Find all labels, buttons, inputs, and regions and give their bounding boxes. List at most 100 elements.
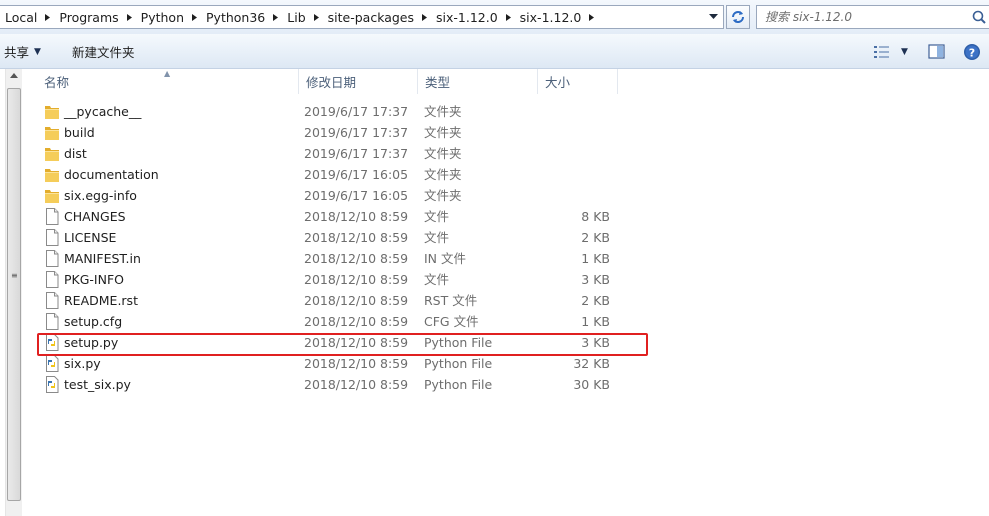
file-date: 2019/6/17 16:05: [304, 167, 409, 182]
file-row[interactable]: CHANGES 2018/12/10 8:59 文件 8 KB: [40, 206, 640, 227]
details-view-icon: [874, 45, 889, 58]
file-name: MANIFEST.in: [64, 251, 141, 266]
chevron-down-icon: ▼: [34, 46, 41, 57]
file-row[interactable]: PKG-INFO 2018/12/10 8:59 文件 3 KB: [40, 269, 640, 290]
breadcrumb-chevron-icon[interactable]: [41, 6, 54, 28]
file-type: Python File: [424, 335, 493, 350]
breadcrumb-chevron-icon[interactable]: [123, 6, 136, 28]
breadcrumb-item[interactable]: Local: [0, 6, 54, 28]
navigation-pane: ≡: [0, 69, 24, 516]
file-name: PKG-INFO: [64, 272, 124, 287]
breadcrumb-label: six-1.12.0: [519, 9, 582, 25]
file-size: 3 KB: [581, 335, 610, 350]
file-size: [530, 143, 610, 164]
command-toolbar: 共享 ▼ 新建文件夹 ▼ ?: [0, 34, 989, 69]
file-row[interactable]: LICENSE 2018/12/10 8:59 文件 2 KB: [40, 227, 640, 248]
python-file-icon: [44, 376, 60, 393]
file-row[interactable]: MANIFEST.in 2018/12/10 8:59 IN 文件 1 KB: [40, 248, 640, 269]
share-label: 共享: [4, 45, 30, 60]
breadcrumb-label: six-1.12.0: [436, 9, 498, 25]
file-date: 2018/12/10 8:59: [304, 230, 409, 245]
file-name: test_six.py: [64, 377, 131, 392]
file-type: 文件夹: [424, 167, 462, 182]
preview-pane-button[interactable]: [928, 34, 946, 69]
nav-scroll-thumb[interactable]: ≡: [7, 88, 21, 501]
file-size: [530, 122, 610, 143]
breadcrumb-item[interactable]: Python36: [201, 6, 282, 28]
breadcrumb-item[interactable]: site-packages: [323, 6, 431, 28]
breadcrumb-label: Programs: [59, 9, 119, 25]
file-type: Python File: [424, 377, 493, 392]
file-date: 2019/6/17 17:37: [304, 104, 409, 119]
file-date: 2018/12/10 8:59: [304, 356, 409, 371]
search-icon[interactable]: [971, 9, 987, 25]
file-date: 2019/6/17 17:37: [304, 125, 409, 140]
file-icon: [44, 271, 60, 288]
breadcrumb-chevron-icon[interactable]: [310, 6, 323, 28]
help-icon: ?: [964, 43, 980, 60]
breadcrumb-item[interactable]: Lib: [282, 6, 322, 28]
breadcrumb-chevron-icon[interactable]: [585, 6, 598, 28]
file-icon: [44, 250, 60, 267]
folder-icon: [44, 124, 60, 141]
column-type-label: 类型: [425, 75, 451, 90]
breadcrumb-label: Python36: [206, 9, 266, 25]
breadcrumb-label: Local: [5, 9, 38, 25]
address-history-dropdown[interactable]: [703, 6, 723, 28]
refresh-button[interactable]: [726, 5, 750, 29]
file-row[interactable]: README.rst 2018/12/10 8:59 RST 文件 2 KB: [40, 290, 640, 311]
new-folder-button[interactable]: 新建文件夹: [72, 34, 135, 69]
search-box[interactable]: [756, 5, 989, 29]
file-row[interactable]: documentation 2019/6/17 16:05 文件夹: [40, 164, 640, 185]
nav-scrollbar[interactable]: ≡: [5, 69, 22, 516]
file-row[interactable]: dist 2019/6/17 17:37 文件夹: [40, 143, 640, 164]
column-header-name[interactable]: 名称: [36, 69, 298, 94]
breadcrumb-chevron-icon[interactable]: [418, 6, 431, 28]
file-date: 2018/12/10 8:59: [304, 251, 409, 266]
file-type: 文件夹: [424, 146, 462, 161]
breadcrumb-chevron-icon[interactable]: [188, 6, 201, 28]
file-type: 文件夹: [424, 125, 462, 140]
file-name: dist: [64, 146, 87, 161]
file-date: 2019/6/17 17:37: [304, 146, 409, 161]
breadcrumb-item[interactable]: six-1.12.0: [515, 6, 599, 28]
help-button[interactable]: ?: [963, 34, 981, 69]
file-type: 文件: [424, 230, 450, 245]
breadcrumb-chevron-icon[interactable]: [269, 6, 282, 28]
search-input[interactable]: [765, 7, 965, 27]
file-size: 3 KB: [581, 272, 610, 287]
file-row[interactable]: six.py 2018/12/10 8:59 Python File 32 KB: [40, 353, 640, 374]
column-header-type[interactable]: 类型: [417, 69, 537, 94]
scroll-up-icon[interactable]: [10, 73, 18, 78]
address-bar[interactable]: Local Programs Python Python36 Lib site-packa…: [0, 5, 724, 29]
file-row[interactable]: setup.py 2018/12/10 8:59 Python File 3 KB: [40, 332, 640, 353]
column-divider[interactable]: [617, 69, 618, 94]
file-row[interactable]: __pycache__ 2019/6/17 17:37 文件夹: [40, 101, 640, 122]
column-header-date[interactable]: 修改日期: [298, 69, 417, 94]
share-button[interactable]: 共享 ▼: [4, 34, 41, 69]
file-row[interactable]: build 2019/6/17 17:37 文件夹: [40, 122, 640, 143]
column-header-size[interactable]: 大小: [537, 69, 617, 94]
python-file-icon: [44, 334, 60, 351]
file-size: 32 KB: [573, 356, 610, 371]
file-row[interactable]: test_six.py 2018/12/10 8:59 Python File 30 …: [40, 374, 640, 395]
breadcrumb-label: Python: [140, 9, 185, 25]
file-icon: [44, 313, 60, 330]
column-size-label: 大小: [545, 75, 571, 90]
file-size: 2 KB: [581, 230, 610, 245]
new-folder-label: 新建文件夹: [72, 45, 135, 60]
file-row[interactable]: six.egg-info 2019/6/17 16:05 文件夹: [40, 185, 640, 206]
file-size: [530, 185, 610, 206]
file-date: 2018/12/10 8:59: [304, 377, 409, 392]
folder-icon: [44, 166, 60, 183]
file-name: six.egg-info: [64, 188, 137, 203]
breadcrumb-item[interactable]: six-1.12.0: [431, 6, 515, 28]
breadcrumb-item[interactable]: Programs: [54, 6, 135, 28]
breadcrumb-chevron-icon[interactable]: [502, 6, 515, 28]
breadcrumb-item[interactable]: Python: [136, 6, 201, 28]
file-row[interactable]: setup.cfg 2018/12/10 8:59 CFG 文件 1 KB: [40, 311, 640, 332]
grip-icon: ≡: [11, 271, 18, 280]
file-type: 文件夹: [424, 188, 462, 203]
view-options-button[interactable]: ▼: [873, 34, 908, 69]
preview-pane-icon: [928, 43, 945, 59]
